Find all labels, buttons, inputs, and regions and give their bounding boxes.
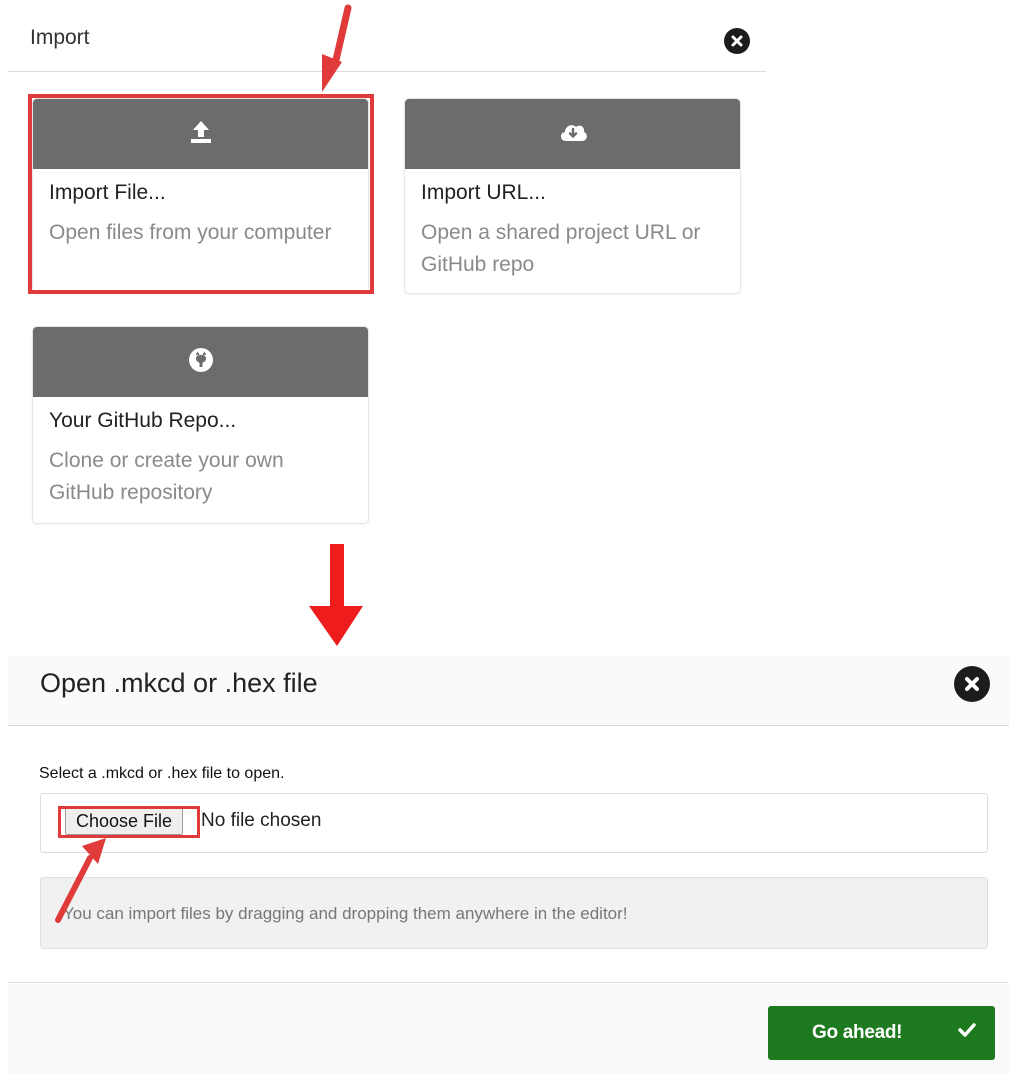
card-header [33, 99, 368, 169]
import-dialog-header: Import [8, 0, 766, 72]
select-file-label: Select a .mkcd or .hex file to open. [39, 765, 285, 782]
down-arrow-icon [309, 544, 363, 646]
cloud-download-icon [557, 121, 589, 148]
close-icon[interactable] [954, 666, 990, 702]
checkmark-icon [958, 1022, 976, 1043]
card-header [33, 327, 368, 397]
github-icon [188, 347, 214, 378]
card-header [405, 99, 740, 169]
go-ahead-button[interactable]: Go ahead! [768, 1006, 995, 1060]
open-dialog-body: Select a .mkcd or .hex file to open. Cho… [8, 727, 1009, 983]
no-file-chosen-text: No file chosen [201, 810, 322, 831]
drag-drop-info-text: You can import files by dragging and dro… [63, 904, 628, 923]
import-dialog-title: Import [30, 26, 90, 49]
import-url-card[interactable]: Import URL... Open a shared project URL … [404, 98, 741, 294]
card-title: Your GitHub Repo... [49, 409, 237, 432]
card-title: Import File... [49, 181, 166, 204]
open-dialog-title: Open .mkcd or .hex file [40, 668, 318, 698]
import-file-card[interactable]: Import File... Open files from your comp… [32, 98, 369, 294]
go-ahead-label: Go ahead! [812, 1022, 903, 1043]
file-input-field[interactable]: Choose File No file chosen [40, 793, 988, 853]
drag-drop-info-box: You can import files by dragging and dro… [40, 877, 988, 949]
card-description: Open a shared project URL or GitHub repo [421, 221, 701, 276]
open-dialog-footer: Go ahead! [8, 984, 1009, 1073]
close-icon[interactable] [724, 28, 750, 54]
card-title: Import URL... [421, 181, 546, 204]
github-repo-card[interactable]: Your GitHub Repo... Clone or create your… [32, 326, 369, 524]
card-description: Open files from your computer [49, 221, 332, 244]
choose-file-button[interactable]: Choose File [65, 807, 184, 835]
upload-icon [188, 120, 214, 149]
open-dialog-header: Open .mkcd or .hex file [8, 656, 1009, 726]
card-description: Clone or create your own GitHub reposito… [49, 449, 284, 504]
